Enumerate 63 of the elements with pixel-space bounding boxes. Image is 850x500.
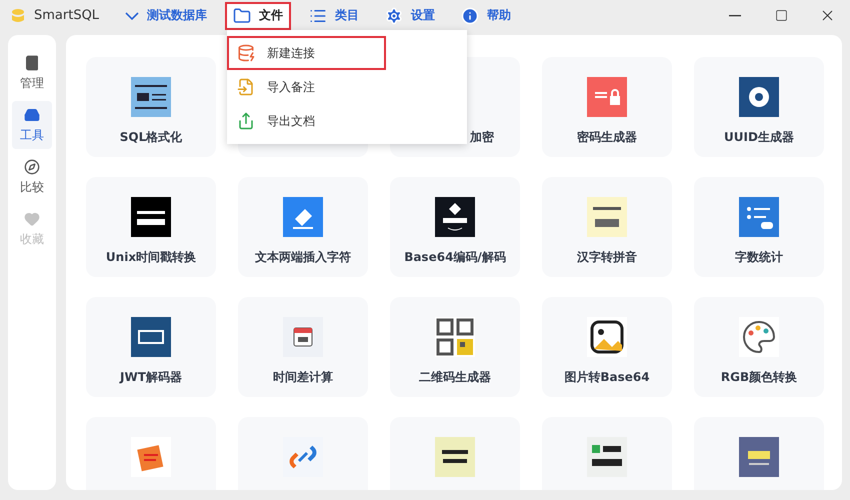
- tool-card[interactable]: 汉字转拼音: [542, 177, 672, 277]
- menu-button[interactable]: 设置: [377, 2, 444, 30]
- menu-button[interactable]: 帮助: [453, 2, 520, 30]
- sidebar-item[interactable]: 管理: [12, 49, 52, 97]
- tool-label: 文本两端插入字符: [255, 249, 351, 266]
- tool-card[interactable]: 时间差计算: [238, 297, 368, 397]
- tool-label: 时间差计算: [273, 369, 333, 386]
- tool-card[interactable]: SQL格式化: [86, 57, 216, 157]
- menu-button[interactable]: 类目: [301, 2, 368, 30]
- eraser-icon: [283, 197, 323, 237]
- tool-label: UUID生成器: [724, 129, 794, 146]
- tool-label: 图片转Base64: [564, 369, 650, 386]
- document-lines-icon: [131, 77, 171, 117]
- tool-card[interactable]: [390, 417, 520, 490]
- sidebar-item[interactable]: 比较: [12, 153, 52, 201]
- tool-card[interactable]: JWT解码器: [86, 297, 216, 397]
- tool-label: 密码生成器: [577, 129, 637, 146]
- tool-card[interactable]: Base64编码/解码: [390, 177, 520, 277]
- tool-card[interactable]: UUID生成器: [694, 57, 824, 157]
- tool-label: SQL格式化: [120, 129, 182, 146]
- tool-label: JWT解码器: [120, 369, 182, 386]
- diamond-logo-icon: [435, 197, 475, 237]
- qr-code-icon: [435, 317, 475, 357]
- tool-label: Unix时间戳转换: [106, 249, 196, 266]
- list-icon: [739, 197, 779, 237]
- lock-icon: [587, 77, 627, 117]
- settings-icon: [385, 6, 404, 24]
- database-icon: [237, 44, 255, 62]
- tool-card[interactable]: 二维码生成器: [390, 297, 520, 397]
- tool-label: 字数统计: [735, 249, 783, 266]
- sticky-note-icon: [131, 437, 171, 477]
- tool-label: 加密: [470, 129, 494, 146]
- tray-icon: [24, 106, 40, 122]
- tool-card[interactable]: RGB颜色转换: [694, 297, 824, 397]
- app-title: SmartSQL: [34, 8, 100, 23]
- chevron-down-icon: [125, 12, 140, 20]
- tool-card[interactable]: 文本两端插入字符: [238, 177, 368, 277]
- import-icon: [237, 78, 255, 96]
- export-icon: [237, 112, 255, 130]
- sidebar-item[interactable]: 工具: [12, 101, 52, 149]
- tool-label: Base64编码/解码: [404, 249, 506, 266]
- tool-card[interactable]: 密码生成器: [542, 57, 672, 157]
- info-icon: [461, 6, 480, 24]
- tool-label: RGB颜色转换: [720, 369, 798, 386]
- logo-icon: [10, 8, 26, 24]
- menu-button[interactable]: 文件: [225, 2, 292, 30]
- tool-label: 二维码生成器: [419, 369, 491, 386]
- menu-button[interactable]: 测试数据库: [117, 2, 216, 30]
- minimize-icon: [729, 14, 741, 16]
- tool-card[interactable]: 字数统计: [694, 177, 824, 277]
- palette-icon: [739, 317, 779, 357]
- compass-icon: [24, 158, 40, 174]
- tool-card[interactable]: Unix时间戳转换: [86, 177, 216, 277]
- tool-card[interactable]: 图片转Base64: [542, 297, 672, 397]
- image-icon: [587, 317, 627, 357]
- tool-card[interactable]: [542, 417, 672, 490]
- menu-item[interactable]: 新建连接: [227, 36, 386, 70]
- note-icon: [587, 197, 627, 237]
- tool-label: 汉字转拼音: [577, 249, 637, 266]
- calendar-icon: [283, 317, 323, 357]
- maximize-icon: [774, 9, 788, 22]
- heart-icon: [24, 210, 40, 226]
- folder-icon: [233, 6, 252, 24]
